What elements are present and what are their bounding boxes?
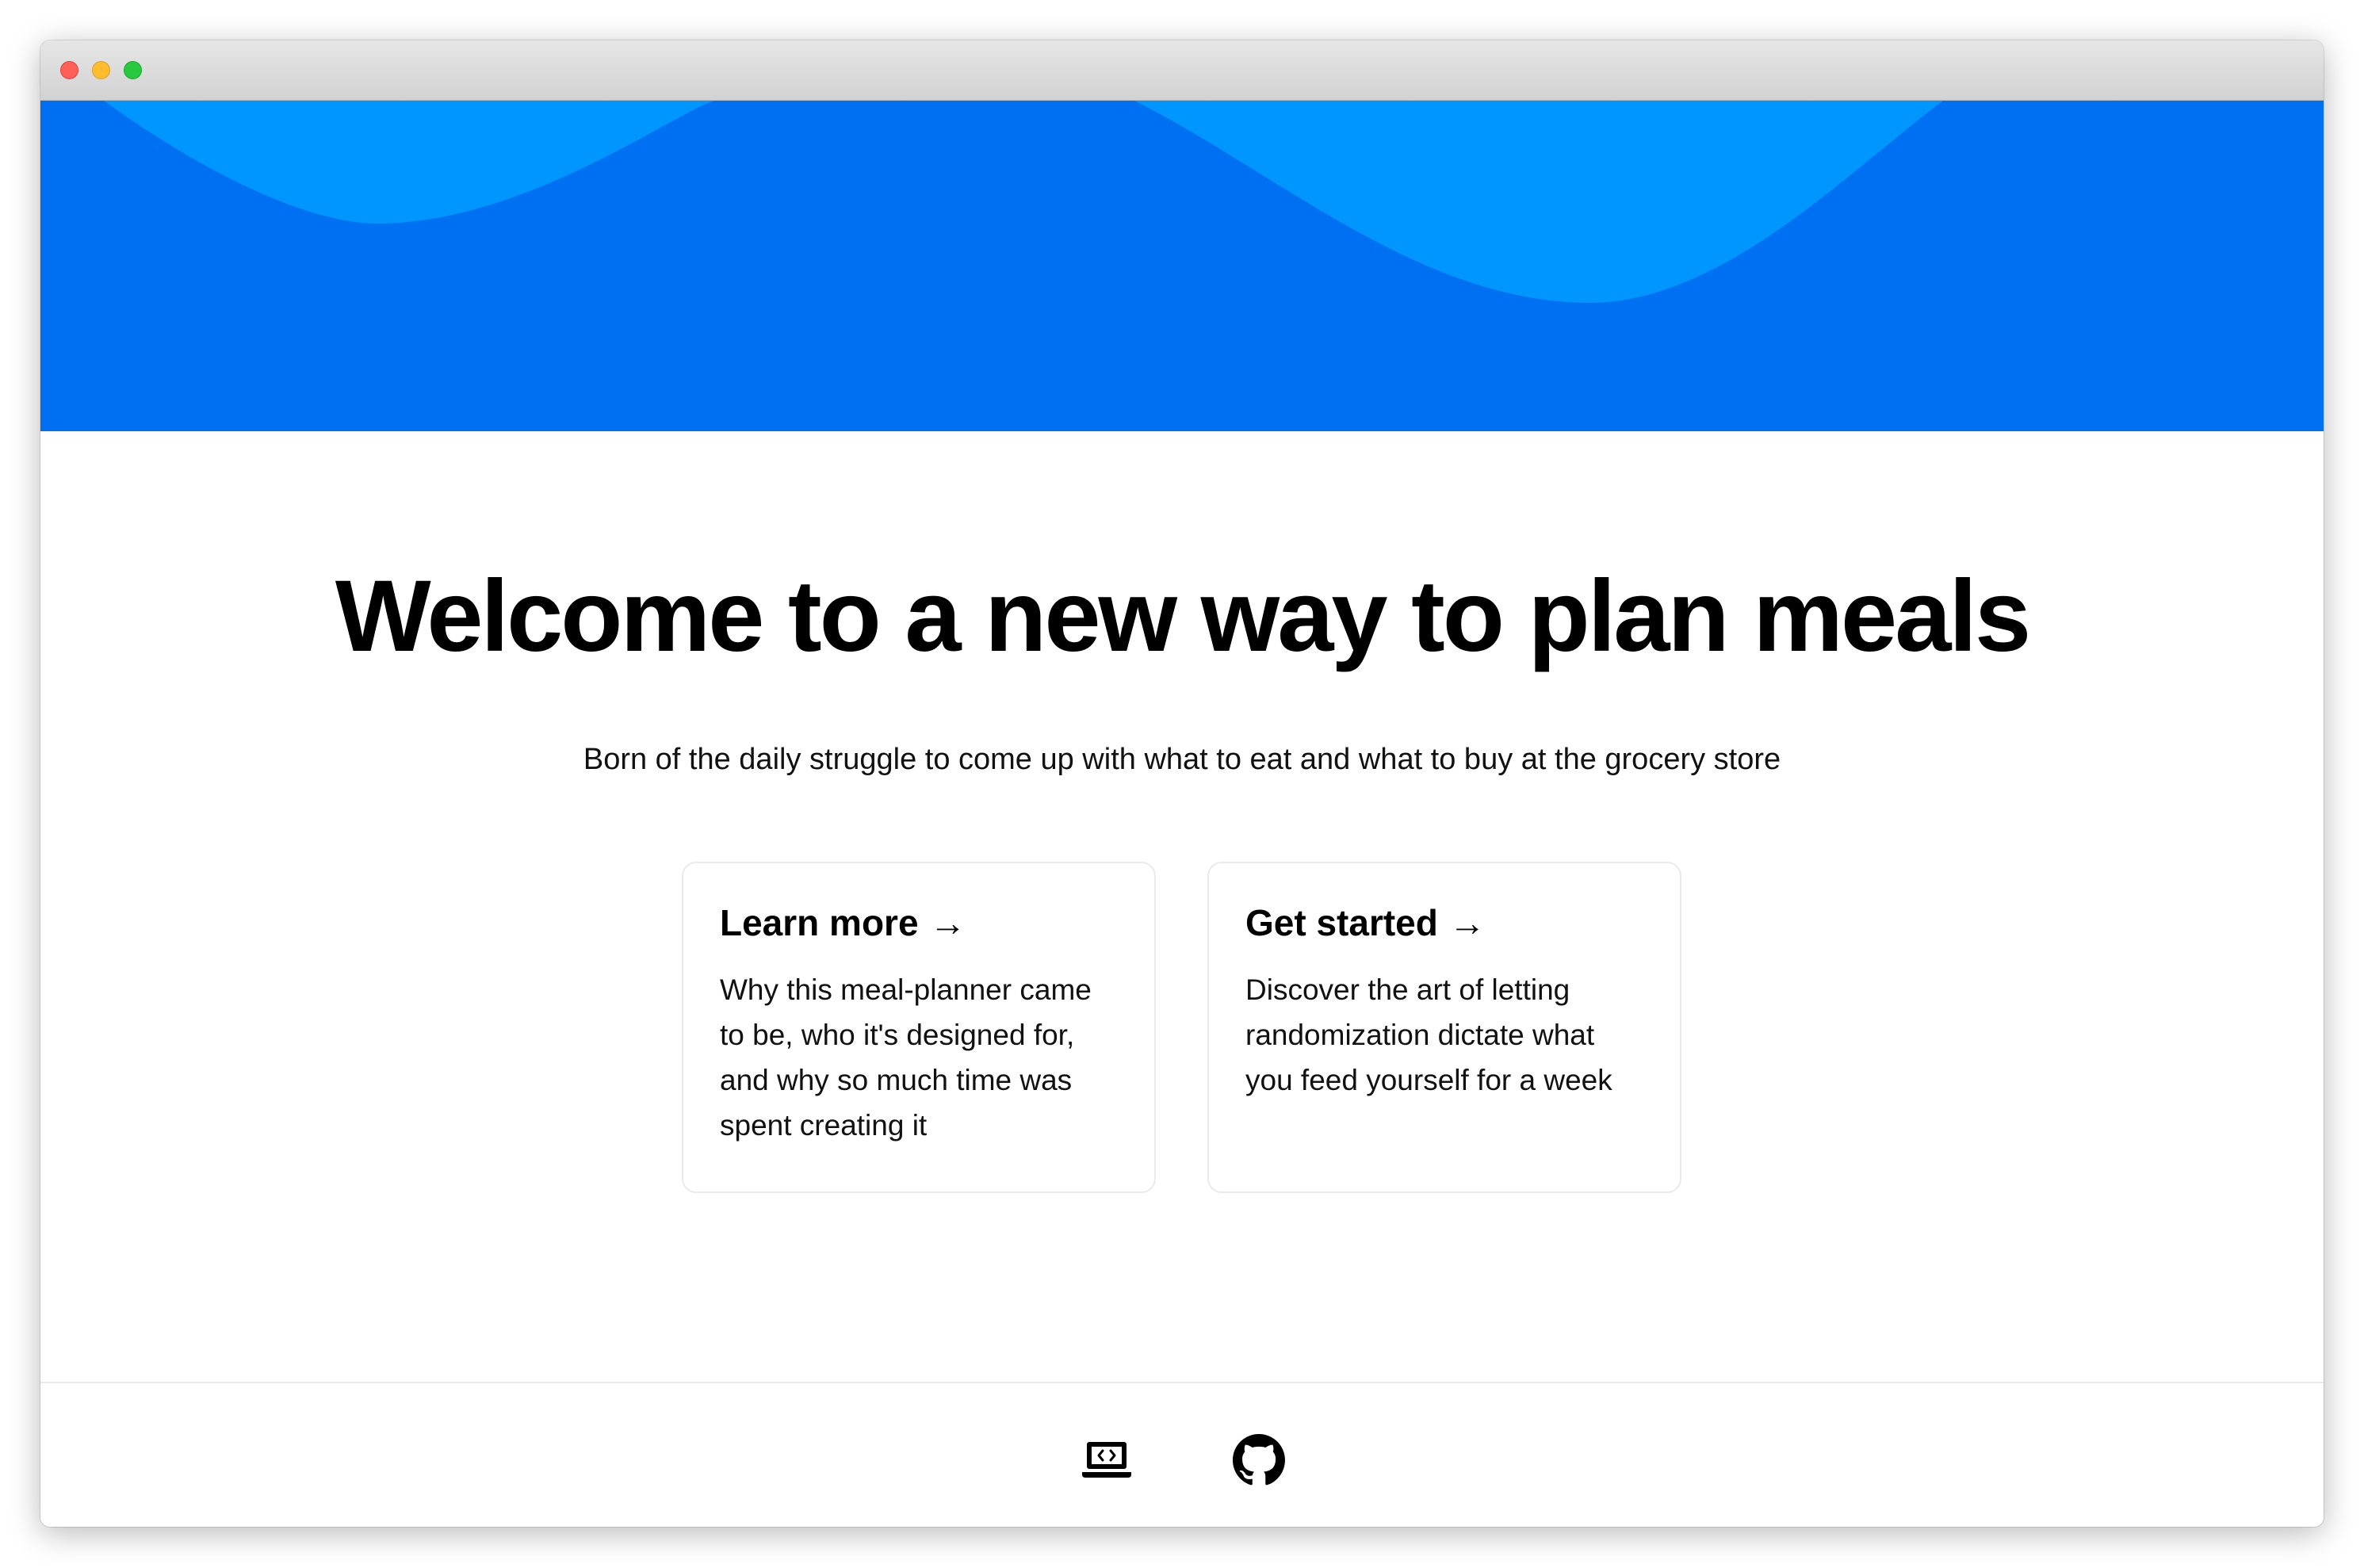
get-started-card[interactable]: Get started → Discover the art of lettin… [1207,862,1681,1193]
get-started-description: Discover the art of letting randomizatio… [1245,973,1612,1097]
close-window-button[interactable] [60,61,78,79]
learn-more-label: Learn more [720,902,919,943]
laptop-code-icon[interactable] [1081,1434,1133,1486]
get-started-title[interactable]: Get started → [1245,901,1643,945]
page-headline: Welcome to a new way to plan meals [335,560,2031,673]
hero-wave [104,101,1943,303]
learn-more-description: Why this meal-planner came to be, who it… [720,973,1092,1142]
arrow-right-icon: → [929,902,966,943]
minimize-window-button[interactable] [92,61,110,79]
learn-more-card[interactable]: Learn more → Why this meal-planner came … [682,862,1156,1193]
get-started-label: Get started [1245,902,1438,943]
learn-more-title[interactable]: Learn more → [720,901,1118,945]
github-icon[interactable] [1233,1434,1285,1486]
page-footer [40,1382,2324,1527]
page-subtitle: Born of the daily struggle to come up wi… [583,743,1781,776]
hero-banner [40,101,2324,431]
browser-window: Welcome to a new way to plan meals Born … [40,40,2324,1527]
maximize-window-button[interactable] [124,61,142,79]
arrow-right-icon: → [1448,902,1486,943]
window-titlebar [40,40,2324,101]
